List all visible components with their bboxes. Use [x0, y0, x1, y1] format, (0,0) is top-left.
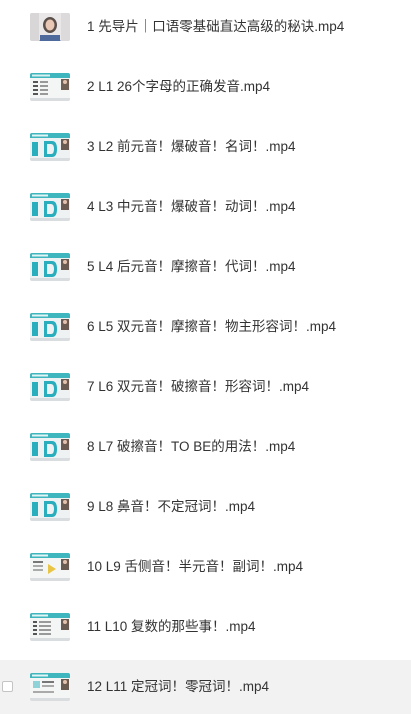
file-name[interactable]: 12 L11 定冠词！零冠词！.mp4 — [87, 660, 269, 714]
video-thumbnail[interactable] — [30, 193, 70, 221]
file-row[interactable]: 1 先导片｜口语零基础直达高级的秘诀.mp4 — [0, 0, 411, 54]
file-row[interactable]: 5 L4 后元音！摩擦音！代词！.mp4 — [0, 240, 411, 294]
video-thumbnail[interactable] — [30, 373, 70, 401]
video-thumbnail[interactable] — [30, 133, 70, 161]
file-name[interactable]: 6 L5 双元音！摩擦音！物主形容词！.mp4 — [87, 300, 336, 354]
video-thumbnail[interactable] — [30, 73, 70, 101]
video-thumbnail[interactable] — [30, 253, 70, 281]
file-row[interactable]: 9 L8 鼻音！不定冠词！.mp4 — [0, 480, 411, 534]
video-thumbnail[interactable] — [30, 313, 70, 341]
video-thumbnail[interactable] — [30, 433, 70, 461]
video-thumbnail[interactable] — [30, 13, 70, 41]
file-row[interactable]: 6 L5 双元音！摩擦音！物主形容词！.mp4 — [0, 300, 411, 354]
video-thumbnail[interactable] — [30, 673, 70, 701]
file-list: 1 先导片｜口语零基础直达高级的秘诀.mp4 2 L1 26个字母的正确发音.m… — [0, 0, 411, 721]
file-name[interactable]: 4 L3 中元音！爆破音！动词！.mp4 — [87, 180, 296, 234]
file-row[interactable]: 4 L3 中元音！爆破音！动词！.mp4 — [0, 180, 411, 234]
file-name[interactable]: 8 L7 破擦音！TO BE的用法！.mp4 — [87, 420, 295, 474]
file-name[interactable]: 10 L9 舌侧音！半元音！副词！.mp4 — [87, 540, 303, 594]
file-name[interactable]: 9 L8 鼻音！不定冠词！.mp4 — [87, 480, 255, 534]
video-thumbnail[interactable] — [30, 613, 70, 641]
video-thumbnail[interactable] — [30, 493, 70, 521]
file-row[interactable]: 2 L1 26个字母的正确发音.mp4 — [0, 60, 411, 114]
file-row[interactable]: 10 L9 舌侧音！半元音！副词！.mp4 — [0, 540, 411, 594]
video-thumbnail[interactable] — [30, 553, 70, 581]
file-name[interactable]: 11 L10 复数的那些事！.mp4 — [87, 600, 256, 654]
file-name[interactable]: 3 L2 前元音！爆破音！名词！.mp4 — [87, 120, 296, 174]
file-name[interactable]: 2 L1 26个字母的正确发音.mp4 — [87, 60, 270, 114]
file-name[interactable]: 5 L4 后元音！摩擦音！代词！.mp4 — [87, 240, 296, 294]
file-name[interactable]: 1 先导片｜口语零基础直达高级的秘诀.mp4 — [87, 0, 344, 54]
select-checkbox[interactable] — [2, 681, 13, 692]
file-name[interactable]: 7 L6 双元音！破擦音！形容词！.mp4 — [87, 360, 309, 414]
file-row[interactable]: 3 L2 前元音！爆破音！名词！.mp4 — [0, 120, 411, 174]
file-row[interactable]: 8 L7 破擦音！TO BE的用法！.mp4 — [0, 420, 411, 474]
file-row[interactable]: 12 L11 定冠词！零冠词！.mp4 — [0, 660, 411, 714]
file-row[interactable]: 11 L10 复数的那些事！.mp4 — [0, 600, 411, 654]
file-row[interactable]: 7 L6 双元音！破擦音！形容词！.mp4 — [0, 360, 411, 414]
